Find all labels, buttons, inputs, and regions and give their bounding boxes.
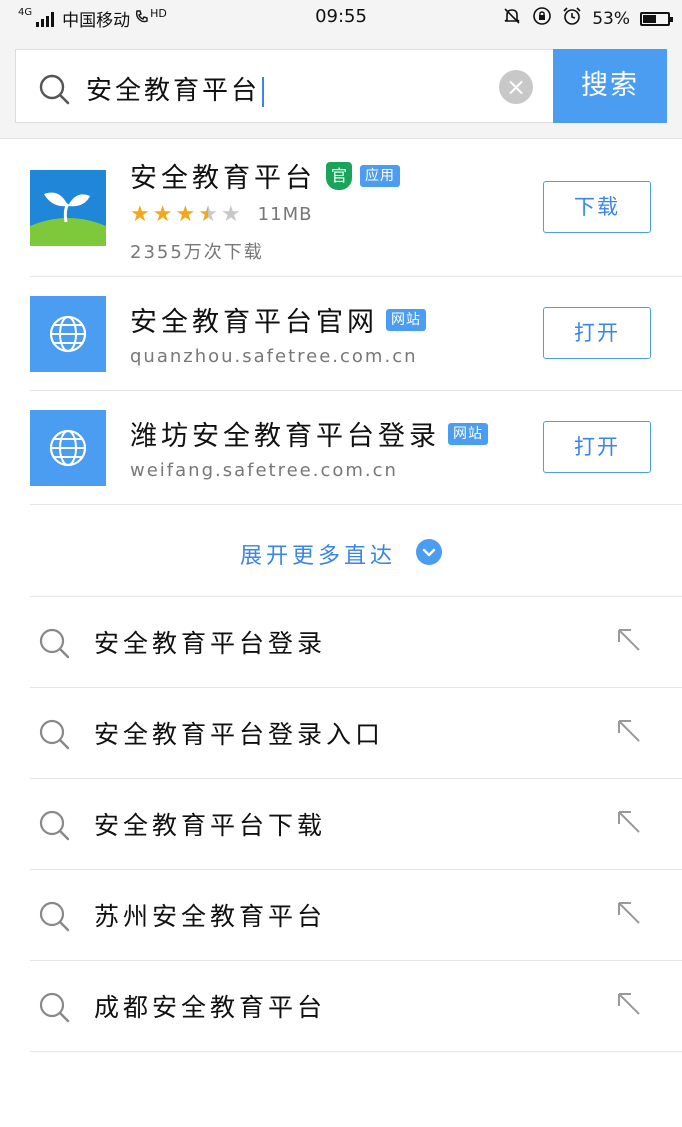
arrow-up-left-icon[interactable] — [615, 899, 643, 931]
suggestion-item[interactable]: 安全教育平台下载 — [30, 778, 682, 870]
rating-stars: ★ ★ ★ ★ ★ 11MB — [130, 202, 312, 227]
app-title-text: 安全教育平台 — [130, 163, 316, 194]
suggestion-item[interactable]: 苏州安全教育平台 — [30, 869, 682, 961]
suggestion-text: 安全教育平台登录 — [94, 629, 327, 658]
star-half-icon: ★ — [198, 202, 218, 227]
globe-icon — [30, 410, 106, 486]
star-full-icon: ★ — [175, 202, 196, 227]
battery-icon — [640, 11, 673, 26]
official-badge: 官 — [326, 161, 352, 190]
suggestion-item[interactable]: 成都安全教育平台 — [30, 960, 682, 1052]
search-icon — [38, 73, 70, 109]
suggestion-item[interactable]: 安全教育平台登录 — [30, 596, 682, 688]
search-icon — [38, 627, 70, 663]
status-right: 53% — [502, 6, 673, 31]
expand-more-label: 展开更多直达 — [240, 544, 397, 569]
search-button[interactable]: 搜索 — [553, 49, 667, 123]
result-title[interactable]: 潍坊安全教育平台登录 网站 — [130, 414, 488, 453]
suggestion-text: 安全教育平台下载 — [94, 811, 327, 840]
result-title[interactable]: 安全教育平台 官 应用 — [130, 156, 400, 195]
battery-percent: 53% — [592, 8, 630, 29]
search-input[interactable]: 安全教育平台 × — [15, 49, 553, 123]
suggestion-text: 成都安全教育平台 — [94, 993, 327, 1022]
status-bar: 4G 中国移动 HD 09:55 53% — [0, 0, 682, 36]
clear-icon[interactable]: × — [499, 70, 533, 104]
search-icon — [38, 809, 70, 845]
arrow-up-left-icon[interactable] — [615, 808, 643, 840]
search-icon — [38, 718, 70, 754]
alarm-icon — [562, 6, 582, 31]
star-full-icon: ★ — [130, 202, 150, 227]
open-button[interactable]: 打开 — [543, 307, 651, 359]
download-count: 2355万次下载 — [130, 242, 264, 263]
app-tag: 应用 — [360, 164, 400, 187]
star-full-icon: ★ — [152, 202, 173, 227]
star-empty-icon: ★ — [220, 202, 241, 227]
website-title-text: 安全教育平台官网 — [130, 307, 378, 338]
website-url: quanzhou.safetree.com.cn — [130, 346, 418, 367]
expand-more-button[interactable]: 展开更多直达 — [30, 504, 682, 597]
download-button[interactable]: 下载 — [543, 181, 651, 233]
arrow-up-left-icon[interactable] — [615, 626, 643, 658]
search-bar: 安全教育平台 × 搜索 — [0, 36, 682, 139]
open-button[interactable]: 打开 — [543, 421, 651, 473]
mute-bell-icon — [502, 6, 522, 31]
search-query-value: 安全教育平台 — [86, 76, 261, 106]
suggestion-text: 苏州安全教育平台 — [94, 902, 327, 931]
app-size: 11MB — [257, 204, 313, 225]
search-query-text[interactable]: 安全教育平台 — [86, 70, 265, 107]
arrow-up-left-icon[interactable] — [615, 990, 643, 1022]
website-tag: 网站 — [386, 308, 426, 331]
rotation-lock-icon — [532, 6, 552, 31]
website-tag: 网站 — [448, 422, 488, 445]
app-logo-icon[interactable] — [30, 170, 106, 246]
result-website[interactable]: 潍坊安全教育平台登录 网站 weifang.safetree.com.cn 打开 — [30, 390, 682, 505]
website-title-text: 潍坊安全教育平台登录 — [130, 421, 440, 452]
suggestion-item[interactable]: 安全教育平台登录入口 — [30, 687, 682, 779]
result-website[interactable]: 安全教育平台官网 网站 quanzhou.safetree.com.cn 打开 — [30, 276, 682, 391]
result-app[interactable]: 安全教育平台 官 应用 ★ ★ ★ ★ ★ 11MB 2355万次下载 下载 — [30, 140, 682, 277]
website-url: weifang.safetree.com.cn — [130, 460, 398, 481]
search-icon — [38, 991, 70, 1027]
globe-icon — [30, 296, 106, 372]
battery-level — [643, 14, 656, 23]
suggestion-text: 安全教育平台登录入口 — [94, 720, 385, 749]
arrow-up-left-icon[interactable] — [615, 717, 643, 749]
chevron-down-icon — [416, 539, 442, 565]
result-title[interactable]: 安全教育平台官网 网站 — [130, 300, 426, 339]
text-caret — [262, 76, 265, 107]
search-icon — [38, 900, 70, 936]
